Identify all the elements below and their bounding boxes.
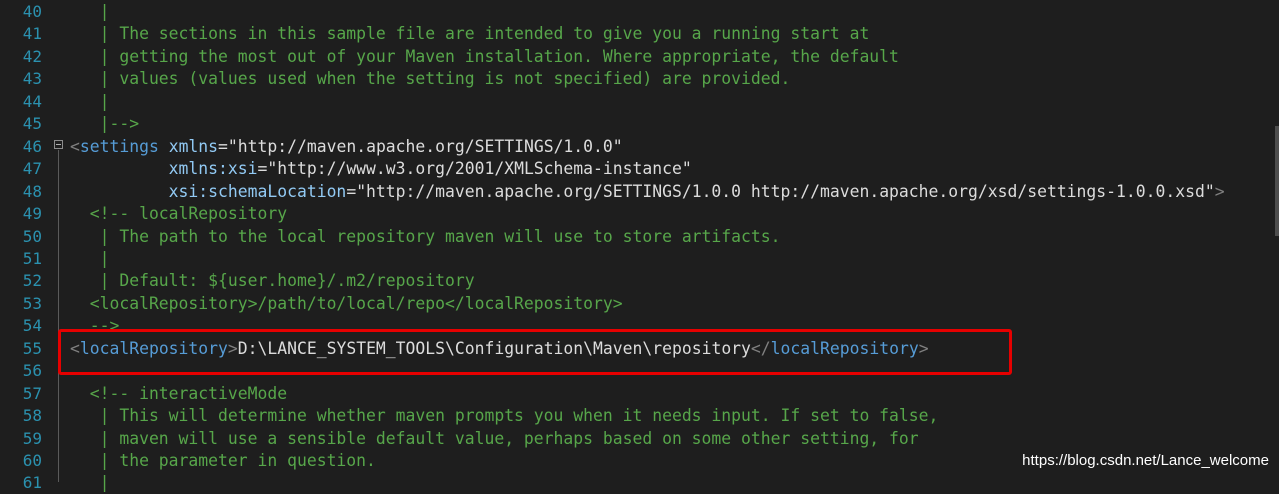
code-text: | [70, 91, 110, 113]
code-token: | Default: ${user.home}/.m2/repository [70, 271, 475, 291]
code-line[interactable]: 49 <!-- localRepository [0, 203, 1279, 225]
code-text: | This will determine whether maven prom… [70, 405, 939, 427]
line-number: 48 [22, 181, 42, 201]
code-line[interactable]: 59 | maven will use a sensible default v… [0, 428, 1279, 450]
code-token: < [70, 136, 80, 156]
watermark-text: https://blog.csdn.net/Lance_welcome [1022, 452, 1269, 469]
highlight-box [58, 329, 1012, 375]
code-token: "http://maven.apache.org/SETTINGS/1.0.0 … [356, 181, 1215, 201]
code-text: xmlns:xsi="http://www.w3.org/2001/XMLSch… [70, 158, 692, 180]
code-text: | [70, 472, 110, 494]
code-text: <!-- localRepository [70, 203, 287, 225]
line-number: 47 [22, 159, 42, 179]
line-number: 61 [22, 473, 42, 493]
code-text: xsi:schemaLocation="http://maven.apache.… [70, 181, 1225, 203]
line-number: 43 [22, 69, 42, 89]
code-line[interactable]: 42 | getting the most out of your Maven … [0, 46, 1279, 68]
code-token: <localRepository>/path/to/local/repo</lo… [70, 293, 623, 313]
code-text: |--> [70, 113, 139, 135]
code-token: | This will determine whether maven prom… [70, 406, 939, 426]
line-number: 44 [22, 91, 42, 111]
line-number: 53 [22, 293, 42, 313]
code-token: <!-- localRepository [70, 204, 288, 224]
code-line[interactable]: 41 | The sections in this sample file ar… [0, 23, 1279, 45]
code-token: "http://maven.apache.org/SETTINGS/1.0.0" [227, 136, 623, 156]
code-text: | Default: ${user.home}/.m2/repository [70, 270, 475, 292]
code-token: settings [79, 136, 159, 156]
line-number: 45 [22, 114, 42, 134]
code-token: | [70, 2, 110, 21]
code-text: <settings xmlns="http://maven.apache.org… [70, 136, 623, 158]
line-number: 40 [22, 2, 42, 21]
code-token: | The sections in this sample file are i… [70, 24, 870, 44]
line-number: 55 [22, 338, 42, 358]
code-token: > [1214, 181, 1225, 201]
code-token: | [70, 473, 110, 493]
code-text: <!-- interactiveMode [70, 383, 287, 405]
code-line[interactable]: 47 xmlns:xsi="http://www.w3.org/2001/XML… [0, 158, 1279, 180]
code-text: | [70, 1, 110, 23]
code-line[interactable]: 40 | [0, 1, 1279, 23]
code-token: |--> [70, 114, 140, 134]
line-number: 58 [22, 406, 42, 426]
line-number: 52 [22, 271, 42, 291]
line-number: 54 [22, 316, 42, 336]
line-number: 60 [22, 451, 42, 470]
code-line[interactable]: 61 | [0, 472, 1279, 494]
code-line[interactable]: 52 | Default: ${user.home}/.m2/repositor… [0, 270, 1279, 292]
code-line[interactable]: 58 | This will determine whether maven p… [0, 405, 1279, 427]
line-number: 41 [22, 24, 42, 44]
line-number: 49 [22, 204, 42, 224]
line-number: 46 [22, 136, 42, 156]
code-token: xsi:schemaLocation [70, 181, 347, 201]
code-line[interactable]: 46 <settings xmlns="http://maven.apache.o… [0, 136, 1279, 158]
code-text: | The path to the local repository maven… [70, 226, 781, 248]
vertical-scrollbar[interactable] [1275, 126, 1279, 236]
line-number: 59 [22, 428, 42, 448]
code-text: | getting the most out of your Maven ins… [70, 46, 899, 68]
code-token: | The path to the local repository maven… [70, 226, 781, 246]
line-number: 50 [22, 226, 42, 246]
code-text: | the parameter in question. [70, 450, 376, 472]
code-text: <localRepository>/path/to/local/repo</lo… [70, 293, 623, 315]
code-token: | values (values used when the setting i… [70, 69, 791, 89]
line-number: 42 [22, 46, 42, 66]
code-text: | maven will use a sensible default valu… [70, 428, 919, 450]
line-number: 51 [22, 248, 42, 268]
code-line[interactable]: 45 |--> [0, 113, 1279, 135]
code-token: = [346, 181, 357, 201]
line-number: 56 [22, 361, 42, 381]
code-line[interactable]: 53 <localRepository>/path/to/local/repo<… [0, 293, 1279, 315]
code-token: <!-- interactiveMode [70, 383, 288, 403]
code-editor[interactable]: 40 | 41 | The sections in this sample fil… [0, 0, 1279, 492]
code-line[interactable]: 57 <!-- interactiveMode [0, 383, 1279, 405]
code-token: | [70, 91, 110, 111]
line-number: 57 [22, 383, 42, 403]
code-token: "http://www.w3.org/2001/XMLSchema-instan… [267, 159, 692, 179]
code-line[interactable]: 43 | values (values used when the settin… [0, 68, 1279, 90]
code-token: = [218, 136, 228, 156]
code-token: = [257, 159, 268, 179]
code-token: xmlns [158, 136, 219, 156]
code-text: | The sections in this sample file are i… [70, 23, 870, 45]
code-token: | [70, 248, 110, 268]
code-line[interactable]: 44 | [0, 91, 1279, 113]
code-text: | [70, 248, 110, 270]
code-text: | values (values used when the setting i… [70, 68, 791, 90]
code-token: | getting the most out of your Maven ins… [70, 46, 899, 66]
code-line[interactable]: 50 | The path to the local repository ma… [0, 226, 1279, 248]
code-token: | the parameter in question. [70, 451, 376, 470]
code-line[interactable]: 51 | [0, 248, 1279, 270]
code-token: xmlns:xsi [70, 159, 258, 179]
code-token: | maven will use a sensible default valu… [70, 428, 919, 448]
code-line[interactable]: 48 xsi:schemaLocation="http://maven.apac… [0, 181, 1279, 203]
